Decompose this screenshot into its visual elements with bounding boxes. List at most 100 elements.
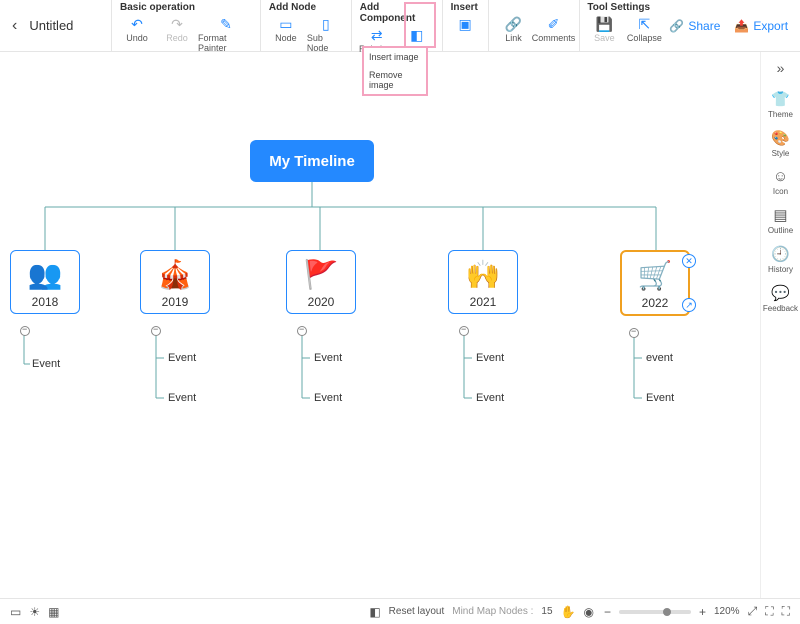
redo-icon: ↷ <box>167 15 187 33</box>
collapse-knob-2021[interactable] <box>459 326 469 336</box>
sidepanel-theme[interactable]: 👕Theme <box>768 90 793 119</box>
add-subnode-button[interactable]: ▯Sub Node <box>307 15 345 53</box>
nodes-label: Mind Map Nodes : <box>452 606 533 617</box>
reset-layout-button[interactable]: Reset layout <box>389 606 445 617</box>
sidepanel-outline[interactable]: ▤Outline <box>768 206 793 235</box>
pencil-icon: ✐ <box>544 15 564 33</box>
zoom-percent: 120% <box>714 606 740 617</box>
comments-button[interactable]: ✐Comments <box>535 15 573 43</box>
event-2018-0[interactable]: Event <box>32 358 60 370</box>
sidepanel-collapse-button[interactable]: » <box>777 60 785 76</box>
cart-icon: 🛒 <box>635 256 675 294</box>
collapse-knob-2019[interactable] <box>151 326 161 336</box>
layout-icon[interactable]: ◧ <box>369 605 380 619</box>
root-node[interactable]: My Timeline <box>250 140 374 182</box>
add-node-button[interactable]: ▭Node <box>267 15 305 53</box>
event-2019-1[interactable]: Event <box>168 392 196 404</box>
people-icon: 👥 <box>25 255 65 293</box>
nodes-count: 15 <box>541 606 552 617</box>
top-toolbar: ‹ Untitled Basic operation ↶Undo ↷Redo ✎… <box>0 0 800 52</box>
format-painter-button[interactable]: ✎Format Painter <box>198 15 254 53</box>
node-link-handle[interactable]: ↗ <box>682 298 696 312</box>
celebrate-icon: 🙌 <box>463 255 503 293</box>
fit-screen-icon[interactable]: ⛶ <box>765 604 773 619</box>
event-2020-1[interactable]: Event <box>314 392 342 404</box>
year-node-2021[interactable]: 🙌 2021 <box>448 250 518 314</box>
presentation-icon[interactable]: ▭ <box>10 605 21 619</box>
brightness-icon[interactable]: ☀ <box>29 605 40 619</box>
connectors-svg <box>0 52 760 592</box>
relation-icon: ⇄ <box>367 26 387 44</box>
year-node-2019[interactable]: 🎪 2019 <box>140 250 210 314</box>
bottom-bar: ▭ ☀ ▦ ◧ Reset layout Mind Map Nodes : 15… <box>0 598 800 624</box>
group-title-basic: Basic operation <box>118 2 254 13</box>
group-title-addnode: Add Node <box>267 2 345 13</box>
node-close-handle[interactable]: ✕ <box>682 254 696 268</box>
collapse-knob-2018[interactable] <box>20 326 30 336</box>
group-add-component: Add Component ⇄Relation. ◧ <box>352 0 442 51</box>
back-button[interactable]: ‹ <box>12 17 17 35</box>
sidepanel-icon[interactable]: ☺Icon <box>773 168 788 196</box>
year-node-2020[interactable]: 🚩 2020 <box>286 250 356 314</box>
node-icon: ▭ <box>276 15 296 33</box>
group-tool-settings: Tool Settings 💾Save ⇱Collapse <box>579 0 669 51</box>
group-title-addcomp: Add Component <box>358 2 436 24</box>
save-icon: 💾 <box>594 15 614 33</box>
grid-icon[interactable]: ▦ <box>48 605 59 619</box>
shirt-icon: 👕 <box>771 90 790 108</box>
sidepanel-feedback[interactable]: 💬Feedback <box>763 284 798 313</box>
export-icon: 📤 <box>734 19 749 33</box>
sidepanel-history[interactable]: 🕘History <box>768 245 793 274</box>
redo-button[interactable]: ↷Redo <box>158 15 196 53</box>
palette-icon: 🎨 <box>771 129 790 147</box>
hand-icon[interactable]: ✋ <box>561 605 576 619</box>
event-2022-0[interactable]: event <box>646 352 673 364</box>
zoom-slider[interactable] <box>619 610 691 614</box>
event-2021-1[interactable]: Event <box>476 392 504 404</box>
gate-icon: 🎪 <box>155 255 195 293</box>
link-icon: 🔗 <box>504 15 524 33</box>
sidepanel-style[interactable]: 🎨Style <box>771 129 790 158</box>
group-title-toolsettings: Tool Settings <box>585 2 663 13</box>
subnode-icon: ▯ <box>316 15 336 33</box>
collapse-icon: ⇱ <box>634 15 654 33</box>
save-button[interactable]: 💾Save <box>585 15 623 43</box>
zoom-thumb[interactable] <box>663 608 671 616</box>
collapse-knob-2022[interactable] <box>629 328 639 338</box>
year-node-2018[interactable]: 👥 2018 <box>10 250 80 314</box>
collapse-knob-2020[interactable] <box>297 326 307 336</box>
zoom-in-button[interactable]: + <box>699 605 706 619</box>
collapse-button[interactable]: ⇱Collapse <box>625 15 663 43</box>
eye-icon[interactable]: ◉ <box>583 605 593 619</box>
group-title-insert: Insert <box>449 2 482 13</box>
right-sidepanel: » 👕Theme 🎨Style ☺Icon ▤Outline 🕘History … <box>760 52 800 598</box>
component-icon: ◧ <box>407 26 427 44</box>
share-button[interactable]: 🔗Share <box>669 19 720 33</box>
document-title[interactable]: Untitled <box>29 18 73 33</box>
smile-icon: ☺ <box>773 168 788 185</box>
group-add-node: Add Node ▭Node ▯Sub Node <box>261 0 351 51</box>
fullscreen-icon[interactable]: ⛶ <box>782 604 790 619</box>
group-insert: Insert ▣ <box>443 0 488 51</box>
group-basic-operation: Basic operation ↶Undo ↷Redo ✎Format Pain… <box>112 0 260 51</box>
mindmap-canvas[interactable]: My Timeline 👥 2018 Event 🎪 2019 Event Ev… <box>0 52 760 598</box>
export-button[interactable]: 📤Export <box>734 19 788 33</box>
zoom-out-button[interactable]: − <box>604 605 611 619</box>
insert-image-button[interactable]: ▣ <box>449 15 482 43</box>
event-2019-0[interactable]: Event <box>168 352 196 364</box>
link-button[interactable]: 🔗Link <box>495 15 533 43</box>
year-node-2022-selected[interactable]: 🛒 2022 ✕ ↗ <box>620 250 690 316</box>
event-2020-0[interactable]: Event <box>314 352 342 364</box>
event-2022-1[interactable]: Event <box>646 392 674 404</box>
group-link-comments: 🔗Link ✐Comments <box>489 0 579 51</box>
fit-width-icon[interactable]: ⤢ <box>748 604 758 619</box>
flag-steps-icon: 🚩 <box>301 255 341 293</box>
paintbrush-icon: ✎ <box>216 15 236 33</box>
chat-icon: 💬 <box>771 284 790 302</box>
undo-button[interactable]: ↶Undo <box>118 15 156 53</box>
outline-icon: ▤ <box>773 206 787 224</box>
share-icon: 🔗 <box>669 19 684 33</box>
undo-icon: ↶ <box>127 15 147 33</box>
clock-icon: 🕘 <box>771 245 790 263</box>
event-2021-0[interactable]: Event <box>476 352 504 364</box>
